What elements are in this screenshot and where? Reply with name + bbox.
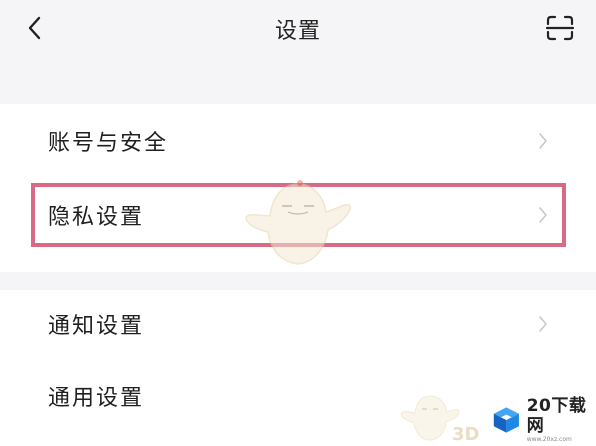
settings-group-general: 通知设置 通用设置 (0, 290, 596, 446)
chevron-right-icon (539, 133, 547, 149)
chevron-right-icon (539, 316, 547, 332)
settings-screen: 设置 账号与安全 隐私设置 通知设置 通用设置 3D 20下载网 www.20x… (0, 0, 596, 446)
settings-item-account-security[interactable]: 账号与安全 (0, 107, 596, 175)
settings-item-label: 通知设置 (48, 314, 145, 339)
scan-button[interactable] (544, 12, 576, 44)
settings-item-label: 账号与安全 (48, 131, 169, 156)
settings-item-general[interactable]: 通用设置 (0, 362, 596, 430)
settings-item-privacy[interactable]: 隐私设置 (0, 181, 596, 249)
top-bar: 设置 (0, 0, 596, 58)
settings-item-label: 隐私设置 (48, 205, 145, 230)
settings-group-account: 账号与安全 隐私设置 (0, 104, 596, 272)
page-title: 设置 (274, 19, 321, 44)
settings-item-label: 通用设置 (48, 386, 145, 411)
settings-item-notifications[interactable]: 通知设置 (0, 290, 596, 358)
scan-icon (546, 15, 574, 41)
chevron-right-icon (539, 207, 547, 223)
